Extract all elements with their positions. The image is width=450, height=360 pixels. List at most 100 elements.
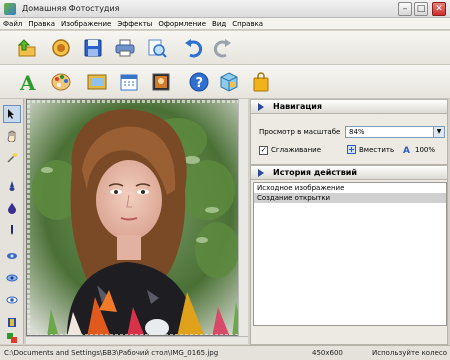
tool-palette — [0, 99, 24, 344]
save-icon — [84, 39, 102, 57]
svg-text:?: ? — [196, 76, 204, 91]
fit-icon — [347, 145, 356, 154]
pointer-icon — [8, 109, 14, 119]
red-eye-tool[interactable] — [3, 291, 21, 309]
menu-help[interactable]: Справка — [229, 18, 266, 29]
status-file-path: C:\Documents and Settings\БВЗ\Рабочий ст… — [4, 349, 219, 357]
color-swatch-icon — [7, 333, 17, 343]
image-lens-button[interactable] — [48, 35, 74, 61]
brush-icon — [9, 181, 15, 191]
maximize-button[interactable]: □ — [414, 2, 428, 16]
collapse-arrow-icon — [258, 169, 264, 177]
open-icon — [17, 39, 36, 57]
smoothing-label: Сглаживание — [271, 146, 322, 154]
close-button[interactable]: ✕ — [432, 2, 446, 16]
collage-icon — [152, 73, 170, 91]
history-panel: История действий Исходное изображение Со… — [250, 165, 448, 345]
fit-label: Вместить — [359, 146, 395, 154]
print-button[interactable] — [112, 35, 138, 61]
fit-button[interactable]: Вместить — [347, 144, 394, 156]
eye-icon — [6, 274, 18, 282]
drop-tool[interactable] — [3, 199, 21, 217]
horizontal-scrollbar[interactable] — [26, 336, 248, 344]
shopping-bag-icon — [253, 72, 269, 92]
drop-icon — [8, 203, 16, 214]
title-bar: Домашняя Фотостудия – □ ✕ — [0, 0, 450, 18]
smoothing-checkbox[interactable]: ✓ — [259, 146, 268, 155]
history-title: История действий — [273, 168, 357, 177]
undo-icon — [185, 39, 203, 58]
actual-size-icon: A — [403, 146, 410, 154]
svg-text:A: A — [403, 146, 410, 154]
window-title: Домашняя Фотостудия — [22, 4, 120, 13]
collage-button[interactable] — [148, 69, 174, 95]
navigation-panel: Навигация Просмотр в масштабе 84% ▼ ✓ Сг… — [250, 99, 448, 165]
frame-button[interactable] — [84, 69, 110, 95]
save-button[interactable] — [80, 35, 106, 61]
eye-tool[interactable] — [3, 269, 21, 287]
palette-button[interactable] — [48, 69, 74, 95]
menu-design[interactable]: Оформление — [155, 18, 209, 29]
menu-file[interactable]: Файл — [0, 18, 25, 29]
undo-button[interactable] — [180, 35, 206, 61]
image-lens-icon — [52, 39, 70, 57]
layers-icon — [8, 318, 16, 327]
preview-icon — [148, 39, 167, 58]
menu-edit[interactable]: Правка — [25, 18, 58, 29]
status-hint: Используйте колесо — [372, 349, 447, 357]
magic-wand-icon — [7, 153, 17, 163]
actual-size-label: 100% — [415, 146, 436, 154]
history-item[interactable]: Исходное изображение — [254, 183, 446, 193]
main-toolbar — [0, 31, 450, 65]
zoom-value: 84% — [349, 128, 365, 136]
zoom-select[interactable]: 84% ▼ — [345, 126, 445, 138]
image-canvas[interactable] — [26, 99, 248, 336]
hand-icon — [7, 130, 16, 142]
pen-tool[interactable] — [3, 221, 21, 239]
app-icon — [4, 3, 16, 15]
history-header[interactable]: История действий — [251, 166, 447, 180]
pen-icon — [11, 225, 13, 235]
navigation-header[interactable]: Навигация — [251, 100, 447, 114]
svg-text:A: A — [19, 71, 36, 93]
help-icon: ? — [189, 72, 209, 92]
pointer-tool[interactable] — [3, 105, 21, 123]
menu-bar: Файл Правка Изображение Эффекты Оформлен… — [0, 18, 450, 30]
text-icon: A — [19, 71, 36, 93]
minimize-button[interactable]: – — [398, 2, 412, 16]
history-list: Исходное изображение Создание открытки — [253, 182, 447, 326]
print-icon — [115, 39, 135, 57]
box-3d-button[interactable] — [216, 69, 242, 95]
eye-red-icon — [6, 296, 18, 304]
menu-view[interactable]: Вид — [209, 18, 229, 29]
chevron-down-icon: ▼ — [433, 127, 444, 137]
redo-button[interactable] — [210, 35, 236, 61]
frame-icon — [87, 74, 107, 90]
box-3d-icon — [220, 72, 238, 92]
status-bar: C:\Documents and Settings\БВЗ\Рабочий ст… — [0, 345, 450, 360]
palette-icon — [51, 73, 71, 91]
open-button[interactable] — [14, 35, 40, 61]
help-button[interactable]: ? — [186, 69, 212, 95]
calendar-button[interactable] — [116, 69, 142, 95]
stamp-icon — [7, 253, 17, 259]
preview-button[interactable] — [144, 35, 170, 61]
design-toolbar: A ? — [0, 65, 450, 99]
history-item[interactable]: Создание открытки — [254, 193, 446, 203]
menu-image[interactable]: Изображение — [58, 18, 114, 29]
magic-wand-tool[interactable] — [3, 149, 21, 167]
text-button[interactable]: A — [14, 69, 40, 95]
menu-effects[interactable]: Эффекты — [114, 18, 155, 29]
photo-image — [27, 100, 247, 335]
vertical-scrollbar[interactable] — [238, 99, 248, 336]
status-image-size: 450x600 — [312, 349, 343, 357]
brush-tool[interactable] — [3, 177, 21, 195]
zoom-label: Просмотр в масштабе — [259, 128, 341, 136]
redo-icon — [213, 39, 231, 58]
stamp-tool[interactable] — [3, 247, 21, 265]
collapse-arrow-icon — [258, 103, 264, 111]
actual-size-button[interactable]: A 100% — [403, 144, 435, 156]
hand-tool[interactable] — [3, 127, 21, 145]
navigation-title: Навигация — [273, 102, 323, 111]
shopping-bag-button[interactable] — [248, 69, 274, 95]
